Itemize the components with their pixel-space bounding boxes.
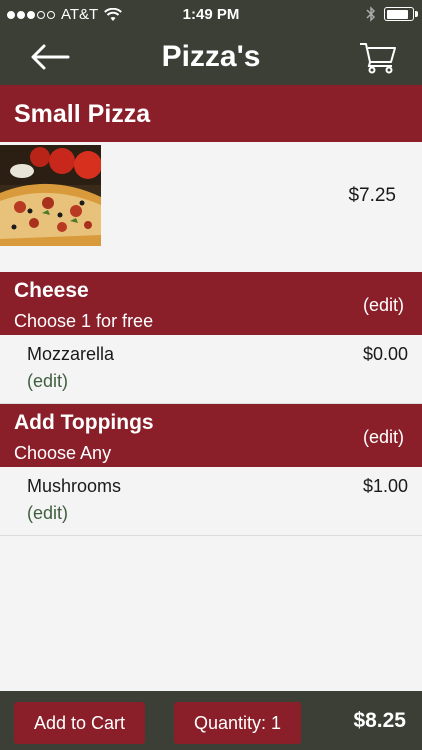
pizza-image [0,145,101,246]
group-title: Cheese [14,279,89,302]
cart-button[interactable] [358,40,398,74]
cheese-group-header: Cheese Choose 1 for free (edit) [0,272,422,335]
group-subtitle: Choose Any [14,443,112,463]
toppings-group-header: Add Toppings Choose Any (edit) [0,404,422,467]
group-edit-link[interactable]: (edit) [363,427,404,448]
status-right [366,6,418,22]
item-details: $7.25 [0,142,422,272]
option-row-mozzarella: Mozzarella $0.00 (edit) [0,335,422,404]
item-name: Small Pizza [14,100,151,128]
item-header: Small Pizza [0,85,422,142]
top-bar: AT&T 1:49 PM Pizza's [0,0,422,85]
battery-icon [384,7,418,21]
option-price: $1.00 [362,476,408,496]
option-edit-link[interactable]: (edit) [27,371,68,392]
option-name: Mozzarella [27,344,115,364]
bluetooth-icon [366,6,376,22]
status-time: 1:49 PM [182,6,240,23]
status-bar: AT&T 1:49 PM [0,0,422,30]
item-price: $7.25 [348,185,396,206]
nav-bar: Pizza's [0,30,422,85]
option-edit-link[interactable]: (edit) [27,503,68,524]
order-total: $8.25 [353,709,406,732]
group-edit-link[interactable]: (edit) [363,295,404,316]
battery-level [386,9,408,19]
bottom-bar: Add to Cart Quantity: 1 $8.25 [0,691,422,750]
quantity-button[interactable]: Quantity: 1 [174,702,301,744]
add-to-cart-button[interactable]: Add to Cart [14,702,145,744]
group-title: Add Toppings [14,411,154,434]
option-name: Mushrooms [27,476,122,496]
option-price: $0.00 [362,344,408,364]
option-row-mushrooms: Mushrooms $1.00 (edit) [0,467,422,536]
group-subtitle: Choose 1 for free [14,311,154,331]
cart-icon [360,43,396,74]
